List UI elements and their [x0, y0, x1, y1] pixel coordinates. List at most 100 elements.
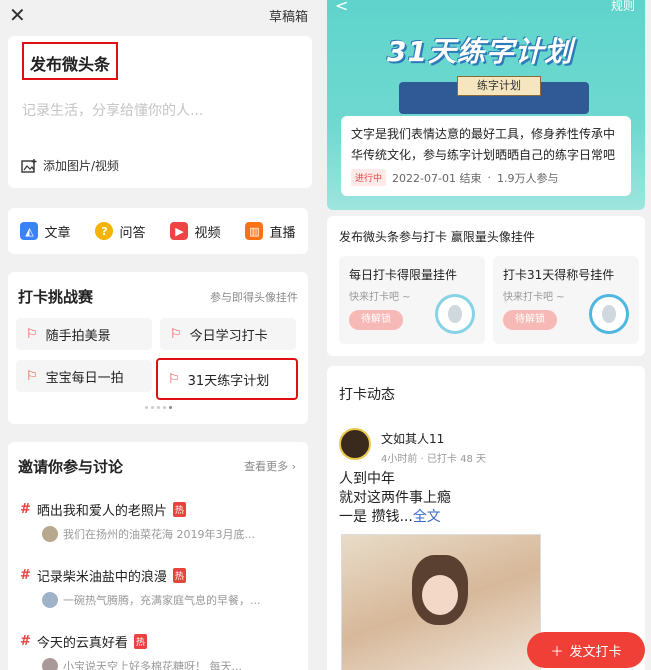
- compose-card: 发布微头条 记录生活，分享给懂你的人... 添加图片/视频: [8, 36, 312, 188]
- post-line: 人到中年: [339, 471, 395, 487]
- post-line: 就对这两件事上瘾: [339, 490, 451, 506]
- reward-title: 打卡31天得称号挂件: [503, 268, 615, 282]
- reward-title: 每日打卡得限量挂件: [349, 268, 458, 282]
- type-article-label: 文章: [44, 225, 71, 241]
- video-icon: ▶: [170, 222, 189, 240]
- topic-preview-text: 小宝说天空上好多棉花糖呀！ 每天...: [63, 660, 242, 670]
- status-badge: 进行中: [351, 169, 387, 186]
- type-video[interactable]: ▶ 视频: [170, 222, 221, 241]
- live-icon: ▥: [245, 222, 264, 240]
- hashtag-icon: #: [20, 568, 31, 583]
- challenge-card: 打卡挑战赛 参与即得头像挂件 ⚐ 随手拍美景 ⚐ 今日学习打卡 ⚐ 宝宝每日一拍 ⚐ 3…: [8, 272, 308, 424]
- page-indicator: [145, 406, 172, 409]
- challenge-chip-label: 宝宝每日一拍: [45, 370, 124, 386]
- back-icon[interactable]: <: [335, 0, 348, 15]
- meta-separator: ·: [420, 454, 424, 465]
- scroll-illustration: 练字计划: [457, 76, 541, 96]
- topic-title: 记录柴米油盐中的浪漫: [36, 570, 167, 585]
- topic-item[interactable]: # 记录柴米油盐中的浪漫热: [20, 566, 186, 585]
- post-text: 人到中年 就对这两件事上瘾 一是 攒钱...全文: [339, 470, 451, 527]
- reward-item[interactable]: 打卡31天得称号挂件 快来打卡吧 ~ 待解锁: [493, 256, 639, 344]
- drafts-button[interactable]: 草稿箱: [269, 6, 308, 25]
- feed-title: 打卡动态: [339, 387, 395, 403]
- author-name[interactable]: 文如其人11: [381, 430, 444, 447]
- challenge-chip-label: 今日学习打卡: [189, 328, 268, 344]
- avatar-frame-icon: [589, 294, 629, 334]
- hot-badge: 热: [172, 568, 186, 583]
- flag-icon: ⚐: [168, 371, 180, 387]
- challenge-chip-label: 31天练字计划: [187, 373, 270, 389]
- avatar: [42, 592, 58, 608]
- topic-item[interactable]: # 今天的云真好看热: [20, 632, 147, 651]
- type-article[interactable]: ◭ 文章: [20, 222, 71, 241]
- flag-icon: ⚐: [26, 326, 38, 342]
- type-live[interactable]: ▥ 直播: [245, 222, 296, 241]
- topic-title: 今天的云真好看: [36, 636, 128, 651]
- flag-icon: ⚐: [26, 368, 38, 384]
- avatar: [42, 658, 58, 670]
- plus-icon: ＋: [550, 644, 564, 660]
- close-icon[interactable]: ✕: [9, 3, 26, 27]
- full-text-link[interactable]: 全文: [413, 509, 441, 525]
- banner-title: 31天练字计划: [387, 35, 573, 68]
- event-panel: < 规则 31天练字计划 练字计划 文字是我们表情达意的最好工具，修身养性传承中…: [327, 0, 651, 670]
- discussion-title: 邀请你参与讨论: [18, 458, 124, 476]
- post-checkin-label: 发文打卡: [569, 644, 622, 660]
- publish-type-bar: ◭ 文章 ? 问答 ▶ 视频 ▥ 直播: [8, 208, 308, 254]
- topic-preview[interactable]: 一碗热气腾腾，充满家庭气息的早餐，...: [42, 592, 302, 608]
- challenge-side-note[interactable]: 参与即得头像挂件: [210, 289, 298, 305]
- post-line-last: 一是 攒钱...全文: [339, 508, 451, 527]
- challenge-chip-label: 随手拍美景: [45, 328, 111, 344]
- post-time: 4小时前: [381, 454, 418, 465]
- topic-item[interactable]: # 晒出我和爱人的老照片热: [20, 500, 186, 519]
- event-description: 文字是我们表情达意的最好工具，修身养性传承中华传统文化，参与练字计划晒晒自己的练…: [351, 127, 616, 162]
- challenge-chip[interactable]: ⚐ 宝宝每日一拍: [16, 360, 152, 392]
- rules-link[interactable]: 规则: [611, 0, 635, 14]
- unlock-button[interactable]: 待解锁: [503, 310, 557, 330]
- top-bar: ✕ 草稿箱: [0, 0, 320, 30]
- add-media-button[interactable]: 添加图片/视频: [21, 157, 119, 174]
- hot-badge: 热: [133, 634, 147, 649]
- add-media-label: 添加图片/视频: [43, 159, 120, 173]
- qa-icon: ?: [95, 222, 114, 240]
- avatar[interactable]: [339, 428, 371, 460]
- reward-subtitle: 快来打卡吧 ~: [503, 292, 565, 303]
- topic-preview-text: 一碗热气腾腾，充满家庭气息的早餐，...: [63, 594, 261, 607]
- compose-input[interactable]: 记录生活，分享给懂你的人...: [22, 100, 203, 120]
- hashtag-icon: #: [20, 634, 31, 649]
- topic-title: 晒出我和爱人的老照片: [36, 504, 167, 519]
- challenge-chip[interactable]: ⚐ 随手拍美景: [16, 318, 152, 350]
- rewards-title: 发布微头条参与打卡 赢限量头像挂件: [339, 230, 535, 244]
- challenge-chip-selected[interactable]: ⚐ 31天练字计划: [156, 358, 298, 400]
- discussion-card: 邀请你参与讨论 查看更多 › # 晒出我和爱人的老照片热 我们在扬州的油菜花海 2…: [8, 442, 308, 670]
- type-qa-label: 问答: [119, 225, 146, 241]
- publish-panel: ✕ 草稿箱 发布微头条 记录生活，分享给懂你的人... 添加图片/视频 ◭ 文章 …: [0, 0, 320, 670]
- hashtag-icon: #: [20, 502, 31, 517]
- topic-preview-text: 我们在扬州的油菜花海 2019年3月底...: [63, 528, 255, 541]
- reward-subtitle: 快来打卡吧 ~: [349, 292, 411, 303]
- challenge-chip[interactable]: ⚐ 今日学习打卡: [160, 318, 296, 350]
- post-line: 一是 攒钱...: [339, 509, 413, 525]
- avatar: [42, 526, 58, 542]
- challenge-title: 打卡挑战赛: [18, 288, 94, 306]
- checkin-feed: 打卡动态 文如其人11 4小时前 · 已打卡 48 天 人到中年 就对这两件事上…: [327, 366, 645, 670]
- article-icon: ◭: [20, 222, 39, 240]
- type-live-label: 直播: [269, 225, 296, 241]
- hot-badge: 热: [172, 502, 186, 517]
- type-qa[interactable]: ? 问答: [95, 222, 146, 241]
- image-add-icon: [21, 158, 37, 173]
- event-meta: 进行中 2022-07-01 结束 · 1.9万人参与: [351, 169, 558, 186]
- topic-preview[interactable]: 小宝说天空上好多棉花糖呀！ 每天...: [42, 658, 302, 670]
- topic-preview[interactable]: 我们在扬州的油菜花海 2019年3月底...: [42, 526, 302, 542]
- reward-item[interactable]: 每日打卡得限量挂件 快来打卡吧 ~ 待解锁: [339, 256, 485, 344]
- view-more-link[interactable]: 查看更多 ›: [244, 458, 296, 474]
- post-meta: 4小时前 · 已打卡 48 天: [381, 450, 486, 465]
- unlock-button[interactable]: 待解锁: [349, 310, 403, 330]
- participant-count: 1.9万人参与: [496, 171, 559, 185]
- post-photo[interactable]: [341, 534, 541, 670]
- post-checkin-button[interactable]: ＋ 发文打卡: [527, 632, 645, 668]
- compose-title: 发布微头条: [22, 42, 118, 80]
- meta-separator: ·: [487, 171, 491, 184]
- flag-icon: ⚐: [170, 326, 182, 342]
- view-more-label: 查看更多: [244, 460, 289, 473]
